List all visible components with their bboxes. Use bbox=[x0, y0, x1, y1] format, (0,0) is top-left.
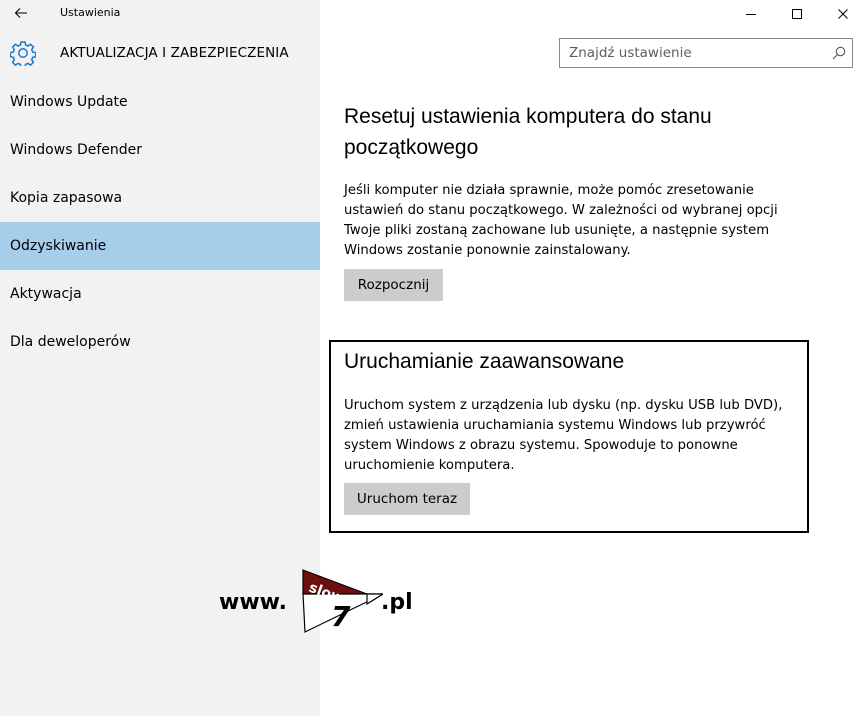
close-icon bbox=[838, 9, 848, 19]
search-box[interactable] bbox=[559, 38, 853, 68]
description-line: system Windows z obrazu systemu. Spowodu… bbox=[344, 438, 738, 453]
close-button[interactable] bbox=[820, 0, 866, 28]
sidebar-item-label: Aktywacja bbox=[10, 286, 82, 302]
description-line: Uruchom system z urządzenia lub dysku (n… bbox=[344, 398, 783, 413]
reset-section-title: Resetuj ustawienia komputera do stanu po… bbox=[344, 101, 712, 163]
description-line: ustawień do stanu początkowego. W zależn… bbox=[344, 203, 778, 218]
description-line: uruchomienie komputera. bbox=[344, 458, 515, 473]
logo-text-digit: 7 bbox=[331, 600, 351, 633]
start-reset-button[interactable]: Rozpocznij bbox=[344, 269, 443, 301]
sidebar-item-backup[interactable]: Kopia zapasowa bbox=[0, 174, 320, 222]
page-title: AKTUALIZACJA I ZABEZPIECZENIA bbox=[60, 45, 289, 61]
description-line: Jeśli komputer nie działa sprawnie, może… bbox=[344, 183, 754, 198]
back-arrow-icon bbox=[14, 8, 27, 18]
gear-icon bbox=[10, 41, 36, 66]
search-icon[interactable] bbox=[832, 46, 846, 60]
watermark-prefix: www. bbox=[219, 590, 287, 615]
sidebar-item-label: Dla deweloperów bbox=[10, 334, 131, 350]
maximize-button[interactable] bbox=[774, 0, 820, 28]
watermark-suffix: .pl bbox=[381, 590, 413, 615]
sidebar-item-label: Kopia zapasowa bbox=[10, 190, 123, 206]
description-line: zmień ustawienia uruchamiania systemu Wi… bbox=[344, 418, 766, 433]
sidebar-item-windows-defender[interactable]: Windows Defender bbox=[0, 126, 320, 174]
minimize-button[interactable] bbox=[728, 0, 774, 28]
sidebar-item-label: Windows Update bbox=[10, 94, 128, 110]
search-input[interactable] bbox=[560, 39, 820, 67]
description-line: Twoje pliki zostaną zachowane lub usunię… bbox=[344, 223, 770, 238]
sidebar-item-windows-update[interactable]: Windows Update bbox=[0, 78, 320, 126]
window-title: Ustawienia bbox=[60, 6, 121, 19]
sidebar-item-developers[interactable]: Dla deweloperów bbox=[0, 318, 320, 366]
title-bar: Ustawienia bbox=[0, 0, 866, 28]
maximize-icon bbox=[792, 9, 802, 19]
reset-description: Jeśli komputer nie działa sprawnie, może… bbox=[344, 181, 778, 261]
reset-title-line: początkowego bbox=[344, 136, 479, 159]
slow7-logo: slow 7 bbox=[302, 569, 383, 633]
minimize-icon bbox=[746, 14, 756, 15]
restart-now-button[interactable]: Uruchom teraz bbox=[344, 483, 470, 515]
sidebar-item-recovery[interactable]: Odzyskiwanie bbox=[0, 222, 320, 270]
advanced-startup-description: Uruchom system z urządzenia lub dysku (n… bbox=[344, 396, 782, 476]
sidebar-item-label: Odzyskiwanie bbox=[10, 238, 107, 254]
sidebar-item-label: Windows Defender bbox=[10, 142, 143, 158]
reset-title-line: Resetuj ustawienia komputera do stanu bbox=[344, 105, 712, 128]
advanced-startup-title: Uruchamianie zaawansowane bbox=[344, 350, 625, 373]
sidebar-item-activation[interactable]: Aktywacja bbox=[0, 270, 320, 318]
description-line: Windows zostanie ponownie zainstalowany. bbox=[344, 243, 631, 258]
back-button[interactable] bbox=[6, 2, 36, 24]
